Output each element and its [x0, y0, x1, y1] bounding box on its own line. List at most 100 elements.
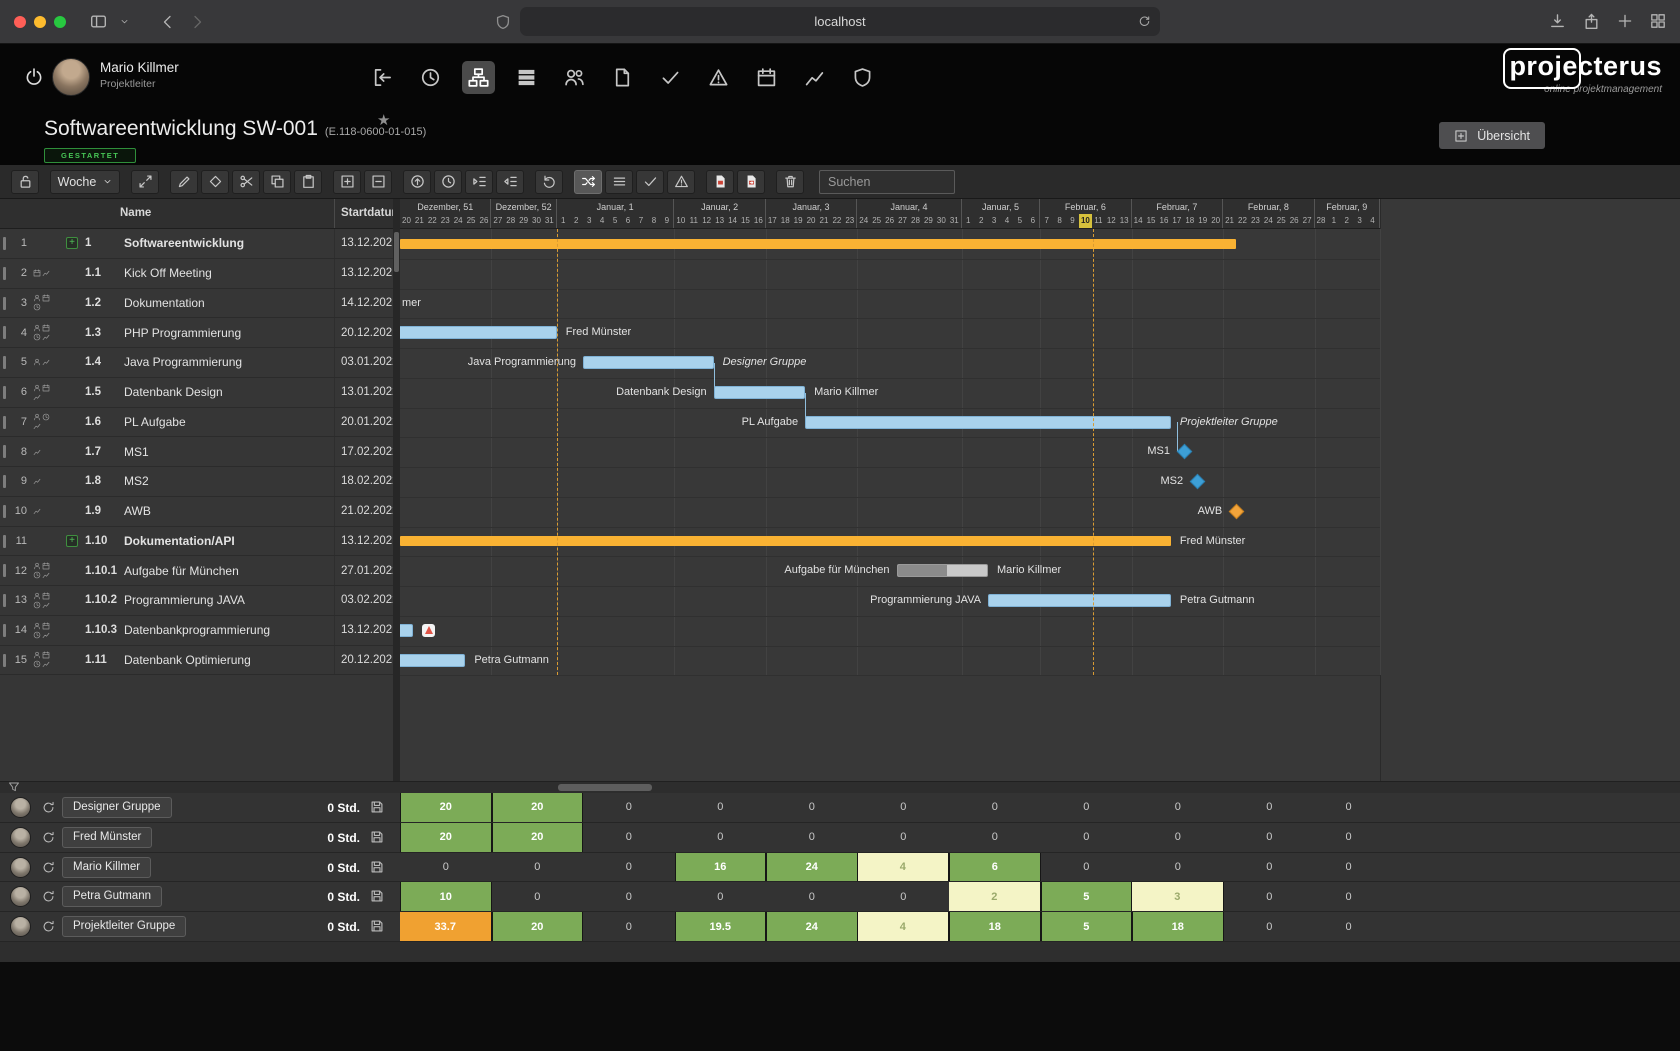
task-row[interactable]: 131.10.2Programmierung JAVA03.02.2022: [0, 586, 393, 616]
task-row[interactable]: 121.10.1Aufgabe für München27.01.2022: [0, 556, 393, 586]
task-bar[interactable]: [805, 416, 1171, 429]
expand-button[interactable]: [131, 170, 159, 194]
view-scale-select[interactable]: Woche: [50, 170, 120, 194]
window-close-button[interactable]: [14, 16, 26, 28]
task-bar[interactable]: [400, 654, 465, 667]
milestone-diamond[interactable]: [1189, 474, 1205, 490]
task-row[interactable]: 61.5Datenbank Design13.01.2022: [0, 378, 393, 408]
overview-button[interactable]: Übersicht: [1439, 122, 1545, 149]
task-row[interactable]: 51.4Java Programmierung03.01.2022: [0, 348, 393, 378]
new-tab-icon[interactable]: [1617, 13, 1633, 30]
save-button[interactable]: [370, 800, 384, 814]
task-row[interactable]: 91.8MS218.02.2022: [0, 467, 393, 497]
milestone-diamond[interactable]: [1176, 444, 1192, 460]
back-button[interactable]: [160, 14, 176, 30]
pdf-export-button[interactable]: [706, 170, 734, 194]
tab-overview-icon[interactable]: [1650, 13, 1666, 30]
menu-button[interactable]: [605, 170, 633, 194]
add-task-button[interactable]: [333, 170, 361, 194]
nav-document-icon[interactable]: [612, 67, 633, 88]
task-row[interactable]: 31.2Dokumentation14.12.2021: [0, 289, 393, 319]
resource-name-chip[interactable]: Petra Gutmann: [62, 886, 162, 907]
check-button[interactable]: [636, 170, 664, 194]
vertical-scroll-thumb[interactable]: [394, 232, 399, 272]
favorite-star-icon[interactable]: [377, 111, 390, 129]
copy-button[interactable]: [263, 170, 291, 194]
nav-rows-icon[interactable]: [516, 67, 537, 88]
downloads-icon[interactable]: [1549, 13, 1566, 30]
sync-button[interactable]: [42, 920, 55, 933]
address-bar[interactable]: localhost: [520, 7, 1160, 36]
nav-calendar-icon[interactable]: [756, 67, 777, 88]
expand-button[interactable]: +: [66, 535, 78, 547]
undo-button[interactable]: [535, 170, 563, 194]
sync-button[interactable]: [42, 861, 55, 874]
vertical-scrollbar[interactable]: [393, 199, 400, 781]
task-bar[interactable]: [400, 326, 557, 339]
task-row[interactable]: 141.10.3Datenbankprogrammierung13.12.202…: [0, 616, 393, 646]
summary-bar[interactable]: [400, 536, 1171, 546]
nav-shield-icon[interactable]: [852, 67, 873, 88]
sidebar-toggle-icon[interactable]: [90, 13, 107, 30]
horizontal-scroll-thumb[interactable]: [558, 784, 652, 791]
reload-icon[interactable]: [1138, 15, 1151, 28]
task-bar[interactable]: [988, 594, 1171, 607]
window-minimize-button[interactable]: [34, 16, 46, 28]
share-icon[interactable]: [1583, 13, 1600, 30]
task-row[interactable]: 81.7MS117.02.2022: [0, 437, 393, 467]
nav-exit-icon[interactable]: [372, 67, 393, 88]
nav-sitemap-icon[interactable]: [462, 61, 495, 94]
pencil-button[interactable]: [170, 170, 198, 194]
nav-people-icon[interactable]: [564, 67, 585, 88]
resource-name-chip[interactable]: Designer Gruppe: [62, 797, 172, 818]
pdf-export-alt-button[interactable]: [737, 170, 765, 194]
resource-name-chip[interactable]: Fred Münster: [62, 827, 152, 848]
progress-bar[interactable]: [897, 564, 988, 577]
save-button[interactable]: [370, 860, 384, 874]
filter-icon[interactable]: [8, 781, 20, 793]
task-row[interactable]: 71.6PL Aufgabe20.01.2022: [0, 408, 393, 438]
summary-bar[interactable]: [400, 239, 1236, 249]
window-zoom-button[interactable]: [54, 16, 66, 28]
search-input[interactable]: [819, 170, 955, 194]
logout-power-icon[interactable]: [24, 67, 44, 87]
indent-button[interactable]: [465, 170, 493, 194]
task-warning-icon[interactable]: [422, 624, 435, 637]
task-row[interactable]: 1+1Softwareentwicklung13.12.2021: [0, 229, 393, 259]
task-bar[interactable]: [400, 624, 413, 637]
task-bar[interactable]: [714, 386, 805, 399]
expand-button[interactable]: +: [66, 237, 78, 249]
save-button[interactable]: [370, 919, 384, 933]
nav-warning-icon[interactable]: [708, 67, 729, 88]
task-row[interactable]: 21.1Kick Off Meeting13.12.2021: [0, 259, 393, 289]
privacy-shield-icon[interactable]: [495, 14, 511, 30]
nav-check-icon[interactable]: [660, 67, 681, 88]
trash-button[interactable]: [776, 170, 804, 194]
task-row[interactable]: 151.11Datenbank Optimierung20.12.2021: [0, 646, 393, 676]
save-button[interactable]: [370, 889, 384, 903]
resource-name-chip[interactable]: Mario Killmer: [62, 857, 151, 878]
circle-up-button[interactable]: [403, 170, 431, 194]
circle-clock-button[interactable]: [434, 170, 462, 194]
lock-open-button[interactable]: [11, 170, 39, 194]
nav-chart-icon[interactable]: [804, 67, 825, 88]
sync-button[interactable]: [42, 801, 55, 814]
nav-clock-icon[interactable]: [420, 67, 441, 88]
sync-button[interactable]: [42, 831, 55, 844]
user-avatar[interactable]: [52, 58, 90, 96]
remove-task-button[interactable]: [364, 170, 392, 194]
task-row[interactable]: 41.3PHP Programmierung20.12.2021: [0, 318, 393, 348]
task-row[interactable]: 11+1.10Dokumentation/API13.12.2021: [0, 527, 393, 557]
critical-path-button[interactable]: [574, 170, 602, 194]
paste-button[interactable]: [294, 170, 322, 194]
sync-button[interactable]: [42, 890, 55, 903]
task-row[interactable]: 101.9AWB21.02.2022: [0, 497, 393, 527]
warning-button[interactable]: [667, 170, 695, 194]
outdent-button[interactable]: [496, 170, 524, 194]
chevron-down-icon[interactable]: [120, 17, 129, 26]
diamond-button[interactable]: [201, 170, 229, 194]
milestone-diamond[interactable]: [1228, 503, 1244, 519]
horizontal-scrollbar[interactable]: [0, 781, 1680, 793]
scissors-button[interactable]: [232, 170, 260, 194]
task-bar[interactable]: [583, 356, 714, 369]
